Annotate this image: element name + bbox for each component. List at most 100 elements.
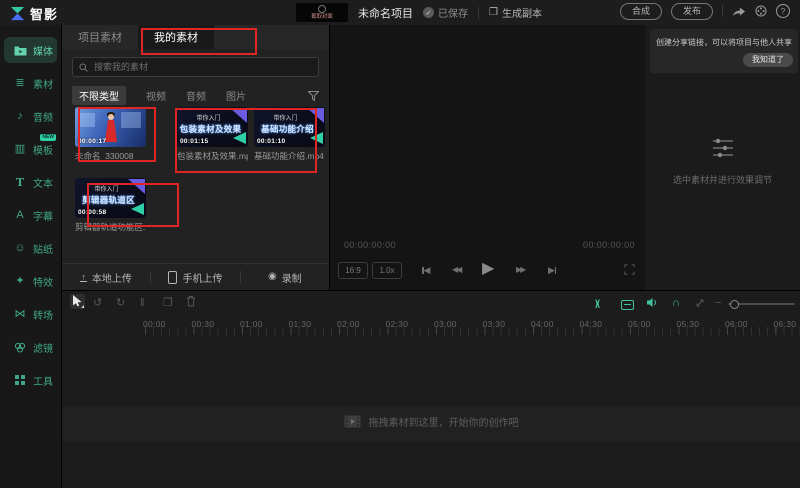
sidebar-item-text[interactable]: T 文本: [4, 169, 57, 195]
asset-name: 包装素材及效果.mp4: [177, 150, 248, 162]
topbar-actions: 合成 发布 ?: [620, 3, 790, 20]
fast-forward-button[interactable]: ▶▶: [516, 265, 524, 274]
saved-label: 已保存: [438, 5, 468, 20]
zoom-out-icon[interactable]: −: [715, 296, 721, 310]
magnet-icon[interactable]: ∩: [672, 296, 680, 310]
new-badge: NEW: [40, 134, 56, 141]
preview-player: 00:00:00:00 00:00:00:00 16:9 1.0x ◀ ◀◀ ▶…: [330, 25, 645, 290]
rewind-button[interactable]: ◀◀: [452, 265, 460, 274]
split-icon[interactable]: ‖: [140, 296, 145, 310]
video-thumbnail-tutorial[interactable]: 带你入门 剪辑器轨道区 00:00:58: [75, 178, 146, 218]
undo-icon[interactable]: ↺: [93, 296, 102, 310]
inspector-empty-state: 选中素材并进行效果调节: [645, 137, 800, 186]
zhiying-editor-window: 智影 截取封面 未命名项目 ✓ 已保存 ❐ 生成副本 合成 发布: [0, 0, 800, 488]
select-tool-button[interactable]: [70, 294, 85, 309]
project-title[interactable]: 未命名项目: [358, 5, 413, 21]
sidebar-item-effects[interactable]: ✦ 特效: [4, 268, 57, 294]
film-reel-icon[interactable]: [755, 5, 767, 17]
trim-preview-icon[interactable]: )(: [595, 296, 599, 310]
tab-project-assets[interactable]: 项目素材: [62, 25, 138, 49]
fullscreen-icon[interactable]: [624, 264, 635, 275]
asset-card[interactable]: 带你入门 剪辑器轨道区 00:00:58 剪辑器轨道功能区.mp4: [75, 178, 146, 233]
got-it-button[interactable]: 我知道了: [743, 53, 793, 67]
timeline-ruler[interactable]: 00:00 00:30 01:00 01:30 02:00 02:30 03:0…: [62, 317, 800, 335]
sidebar-item-filter[interactable]: 滤镜: [4, 334, 57, 360]
sidebar-item-media[interactable]: 媒体: [4, 37, 57, 63]
divider: [722, 5, 723, 17]
asset-name: 基础功能介绍.mp4: [254, 150, 325, 162]
video-thumbnail-tutorial[interactable]: 带你入门 包装素材及效果 00:01:15: [177, 107, 248, 147]
copy-icon: ❐: [489, 8, 498, 18]
local-upload-button[interactable]: ↑ 本地上传: [62, 270, 150, 285]
duration-badge: 00:00:17: [78, 138, 106, 145]
record-button[interactable]: ◉ 录制: [241, 270, 329, 285]
video-thumbnail-anchor[interactable]: 00:00:17: [75, 107, 146, 147]
compose-button[interactable]: 合成: [620, 3, 662, 20]
video-thumbnail-tutorial[interactable]: 带你入门 基础功能介绍 00:01:10: [254, 107, 325, 147]
template-icon: ▥: [13, 144, 27, 155]
upload-bar: ↑ 本地上传 手机上传 ◉ 录制: [62, 263, 329, 290]
subtitle-icon: A: [13, 210, 27, 221]
filter-all[interactable]: 不限类型: [72, 86, 126, 105]
search-input[interactable]: [92, 61, 312, 73]
grid-icon: [13, 375, 27, 385]
filter-audio[interactable]: 音频: [186, 88, 206, 103]
topbar: 智影 截取封面 未命名项目 ✓ 已保存 ❐ 生成副本 合成 发布: [0, 0, 800, 26]
record-icon: ◉: [268, 272, 277, 282]
audio-wave-icon[interactable]: [647, 297, 659, 308]
sidebar-item-subtitle[interactable]: A 字幕: [4, 202, 57, 228]
sidebar-item-transition[interactable]: ⋈ 转场: [4, 301, 57, 327]
sidebar: 媒体 ≣ 素材 ♪ 音频 ▥ 模板 NEW T 文本 A 字幕 ☺ 贴纸 ✦ 特: [0, 25, 62, 488]
cover-thumbnail-icon: [318, 5, 326, 13]
inspector-hint: 选中素材并进行效果调节: [673, 173, 772, 186]
aspect-ratio-button[interactable]: 16:9: [338, 262, 368, 279]
timeline-empty-hint: 拖拽素材到这里，开始你的创作吧: [62, 414, 800, 429]
zoom-slider-knob[interactable]: [730, 300, 739, 309]
app-logo[interactable]: 智影: [10, 4, 58, 23]
tab-my-assets[interactable]: 我的素材: [138, 25, 214, 49]
sidebar-item-template[interactable]: ▥ 模板 NEW: [4, 136, 57, 162]
bowtie-icon: ⋈: [13, 309, 27, 320]
tooltip-text: 创建分享链接，可以将项目与他人共享: [656, 37, 792, 48]
sidebar-item-material[interactable]: ≣ 素材: [4, 70, 57, 96]
speed-button[interactable]: 1.0x: [372, 262, 402, 279]
sort-filter-icon[interactable]: [308, 91, 319, 101]
asset-card[interactable]: 带你入门 包装素材及效果 00:01:15 包装素材及效果.mp4: [177, 107, 248, 162]
sidebar-item-sticker[interactable]: ☺ 贴纸: [4, 235, 57, 261]
redo-icon[interactable]: ↻: [116, 296, 125, 310]
logo-icon: [10, 6, 25, 21]
shortcut-keys-icon[interactable]: [695, 298, 705, 308]
save-status: ✓ 已保存: [423, 5, 468, 20]
search-icon: [79, 63, 88, 72]
media-tabs: 项目素材 我的素材: [62, 25, 329, 49]
divider: [478, 7, 479, 19]
asset-card[interactable]: 00:00:17 未命名_330008: [75, 107, 146, 162]
skip-start-button[interactable]: ◀: [422, 265, 430, 276]
search-box[interactable]: [72, 57, 319, 77]
help-icon[interactable]: ?: [776, 4, 790, 18]
asset-card[interactable]: 带你入门 基础功能介绍 00:01:10 基础功能介绍.mp4: [254, 107, 325, 162]
share-icon[interactable]: [732, 6, 746, 17]
canvas-icon[interactable]: [621, 300, 634, 314]
duplicate-button[interactable]: ❐ 生成副本: [489, 5, 542, 20]
ruler-ticks: [145, 327, 800, 335]
type-filters: 不限类型 视频 音频 图片: [62, 81, 329, 105]
filter-image[interactable]: 图片: [226, 88, 246, 103]
capture-cover-button[interactable]: 截取封面: [296, 3, 348, 22]
trash-icon[interactable]: [186, 295, 196, 307]
phone-upload-button[interactable]: 手机上传: [151, 270, 239, 285]
sidebar-item-audio[interactable]: ♪ 音频: [4, 103, 57, 129]
copy-clip-icon[interactable]: ❐: [163, 296, 173, 310]
media-panel: 项目素材 我的素材 不限类型 视频 音频 图片: [62, 25, 330, 290]
smiley-icon: ☺: [13, 243, 27, 254]
sidebar-item-tools[interactable]: 工具: [4, 367, 57, 393]
timeline-zoom-slider[interactable]: [728, 303, 795, 305]
sliders-icon: [711, 137, 735, 159]
play-button[interactable]: ▶: [482, 258, 494, 278]
text-icon: T: [13, 177, 27, 188]
filter-video[interactable]: 视频: [146, 88, 166, 103]
film-icon: [344, 415, 361, 428]
asset-name: 剪辑器轨道功能区.mp4: [75, 221, 146, 233]
skip-end-button[interactable]: ▶: [548, 265, 556, 276]
publish-button[interactable]: 发布: [671, 3, 713, 20]
